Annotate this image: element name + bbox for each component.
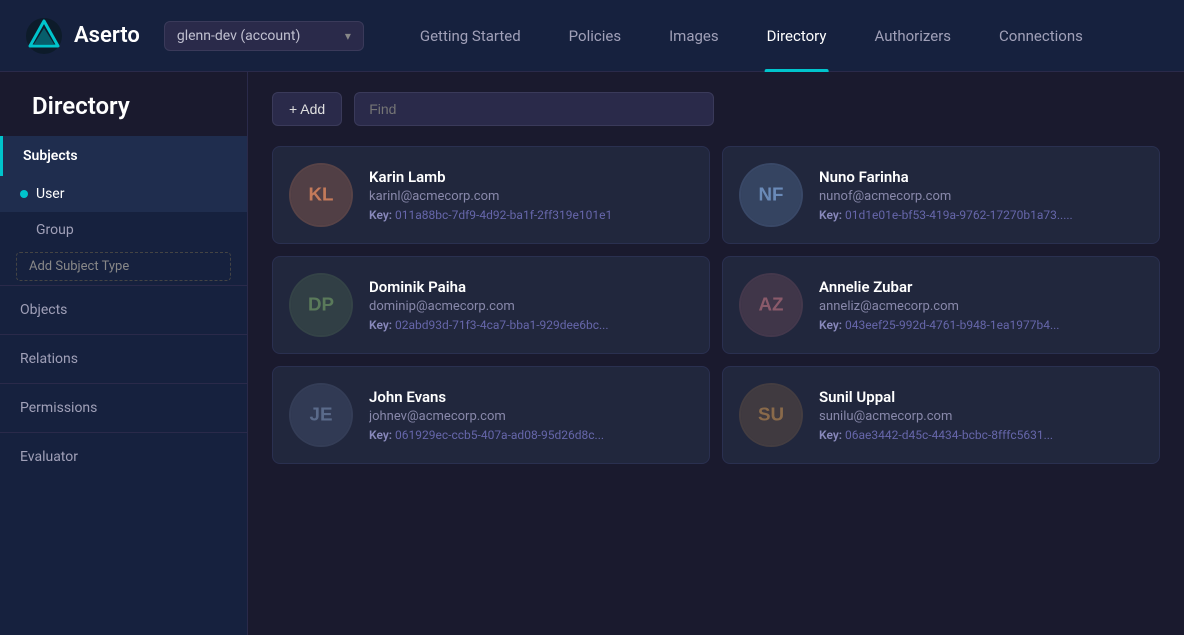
topnav: Aserto glenn-dev (account) ▾ Getting Sta… xyxy=(0,0,1184,72)
sidebar-divider-2 xyxy=(0,334,247,335)
nav-connections[interactable]: Connections xyxy=(975,0,1107,72)
key-label: Key: xyxy=(819,208,842,222)
user-name: Dominik Paiha xyxy=(369,278,693,296)
svg-text:NF: NF xyxy=(759,184,784,205)
user-info: Annelie Zubar anneliz@acmecorp.com Key: … xyxy=(819,278,1143,332)
user-card[interactable]: NF Nuno Farinha nunof@acmecorp.com Key: … xyxy=(722,146,1160,244)
user-email: nunof@acmecorp.com xyxy=(819,189,1143,204)
user-key: Key: 06ae3442-d45c-4434-bcbc-8fffc5631..… xyxy=(819,428,1143,442)
nav-getting-started[interactable]: Getting Started xyxy=(396,0,545,72)
avatar: JE xyxy=(289,383,353,447)
avatar: KL xyxy=(289,163,353,227)
sidebar-divider-3 xyxy=(0,383,247,384)
user-info: John Evans johnev@acmecorp.com Key: 0619… xyxy=(369,388,693,442)
svg-text:DP: DP xyxy=(308,294,334,315)
sidebar-divider-4 xyxy=(0,432,247,433)
user-key: Key: 061929ec-ccb5-407a-ad08-95d26d8c... xyxy=(369,428,693,442)
avatar-image: DP xyxy=(291,273,351,337)
avatar: AZ xyxy=(739,273,803,337)
key-label: Key: xyxy=(819,318,842,332)
user-key: Key: 043eef25-992d-4761-b948-1ea1977b4..… xyxy=(819,318,1143,332)
user-key: Key: 02abd93d-71f3-4ca7-bba1-929dee6bc..… xyxy=(369,318,693,332)
user-name: Sunil Uppal xyxy=(819,388,1143,406)
active-dot-icon xyxy=(20,190,28,198)
user-info: Sunil Uppal sunilu@acmecorp.com Key: 06a… xyxy=(819,388,1143,442)
user-email: johnev@acmecorp.com xyxy=(369,409,693,424)
sidebar-item-group[interactable]: Group xyxy=(0,212,247,248)
page-body: Directory Subjects User Group Add Subjec… xyxy=(0,72,1184,635)
user-info: Karin Lamb karinl@acmecorp.com Key: 011a… xyxy=(369,168,693,222)
avatar: NF xyxy=(739,163,803,227)
nav-links: Getting Started Policies Images Director… xyxy=(396,0,1160,72)
sidebar-divider-1 xyxy=(0,285,247,286)
avatar: SU xyxy=(739,383,803,447)
aserto-logo-icon xyxy=(24,16,64,56)
user-card[interactable]: AZ Annelie Zubar anneliz@acmecorp.com Ke… xyxy=(722,256,1160,354)
avatar-image: NF xyxy=(741,163,801,227)
nav-directory[interactable]: Directory xyxy=(743,0,851,72)
user-card[interactable]: KL Karin Lamb karinl@acmecorp.com Key: 0… xyxy=(272,146,710,244)
account-name: glenn-dev (account) xyxy=(177,28,337,44)
user-email: karinl@acmecorp.com xyxy=(369,189,693,204)
user-name: Annelie Zubar xyxy=(819,278,1143,296)
user-card[interactable]: JE John Evans johnev@acmecorp.com Key: 0… xyxy=(272,366,710,464)
avatar: DP xyxy=(289,273,353,337)
page-title-bar: Directory xyxy=(0,72,247,136)
logo-area[interactable]: Aserto xyxy=(24,16,140,56)
user-name: Nuno Farinha xyxy=(819,168,1143,186)
sidebar-item-permissions[interactable]: Permissions xyxy=(0,388,247,428)
sidebar-item-user[interactable]: User xyxy=(0,176,247,212)
key-label: Key: xyxy=(369,208,392,222)
nav-images[interactable]: Images xyxy=(645,0,743,72)
content-area: + Add KL Karin Lamb karinl@acmecorp.com xyxy=(248,72,1184,484)
user-key: Key: 011a88bc-7df9-4d92-ba1f-2ff319e101e… xyxy=(369,208,693,222)
svg-text:KL: KL xyxy=(309,184,334,205)
avatar-image: AZ xyxy=(741,273,801,337)
key-label: Key: xyxy=(369,428,392,442)
sidebar-item-evaluator[interactable]: Evaluator xyxy=(0,437,247,477)
user-name: John Evans xyxy=(369,388,693,406)
user-key: Key: 01d1e01e-bf53-419a-9762-17270b1a73.… xyxy=(819,208,1143,222)
svg-text:JE: JE xyxy=(310,404,333,425)
page-title: Directory xyxy=(32,92,130,120)
sidebar: Directory Subjects User Group Add Subjec… xyxy=(0,72,248,635)
user-email: dominip@acmecorp.com xyxy=(369,299,693,314)
nav-policies[interactable]: Policies xyxy=(545,0,645,72)
svg-text:SU: SU xyxy=(758,404,784,425)
sidebar-item-objects[interactable]: Objects xyxy=(0,290,247,330)
toolbar: + Add xyxy=(272,92,1160,126)
user-name: Karin Lamb xyxy=(369,168,693,186)
user-info: Dominik Paiha dominip@acmecorp.com Key: … xyxy=(369,278,693,332)
add-button[interactable]: + Add xyxy=(272,92,342,126)
user-info: Nuno Farinha nunof@acmecorp.com Key: 01d… xyxy=(819,168,1143,222)
avatar-image: SU xyxy=(741,383,801,447)
user-email: anneliz@acmecorp.com xyxy=(819,299,1143,314)
user-card[interactable]: DP Dominik Paiha dominip@acmecorp.com Ke… xyxy=(272,256,710,354)
key-label: Key: xyxy=(369,318,392,332)
user-card[interactable]: SU Sunil Uppal sunilu@acmecorp.com Key: … xyxy=(722,366,1160,464)
app-name: Aserto xyxy=(74,23,140,48)
user-email: sunilu@acmecorp.com xyxy=(819,409,1143,424)
avatar-image: JE xyxy=(291,383,351,447)
account-selector[interactable]: glenn-dev (account) ▾ xyxy=(164,21,364,51)
main-content: + Add KL Karin Lamb karinl@acmecorp.com xyxy=(248,72,1184,635)
chevron-down-icon: ▾ xyxy=(345,29,351,43)
sidebar-item-relations[interactable]: Relations xyxy=(0,339,247,379)
key-label: Key: xyxy=(819,428,842,442)
nav-authorizers[interactable]: Authorizers xyxy=(850,0,975,72)
sidebar-add-subject-type[interactable]: Add Subject Type xyxy=(16,252,231,281)
sidebar-subjects-header[interactable]: Subjects xyxy=(0,136,247,176)
svg-text:AZ: AZ xyxy=(759,294,784,315)
users-grid: KL Karin Lamb karinl@acmecorp.com Key: 0… xyxy=(272,146,1160,464)
avatar-image: KL xyxy=(291,163,351,227)
search-input[interactable] xyxy=(354,92,714,126)
